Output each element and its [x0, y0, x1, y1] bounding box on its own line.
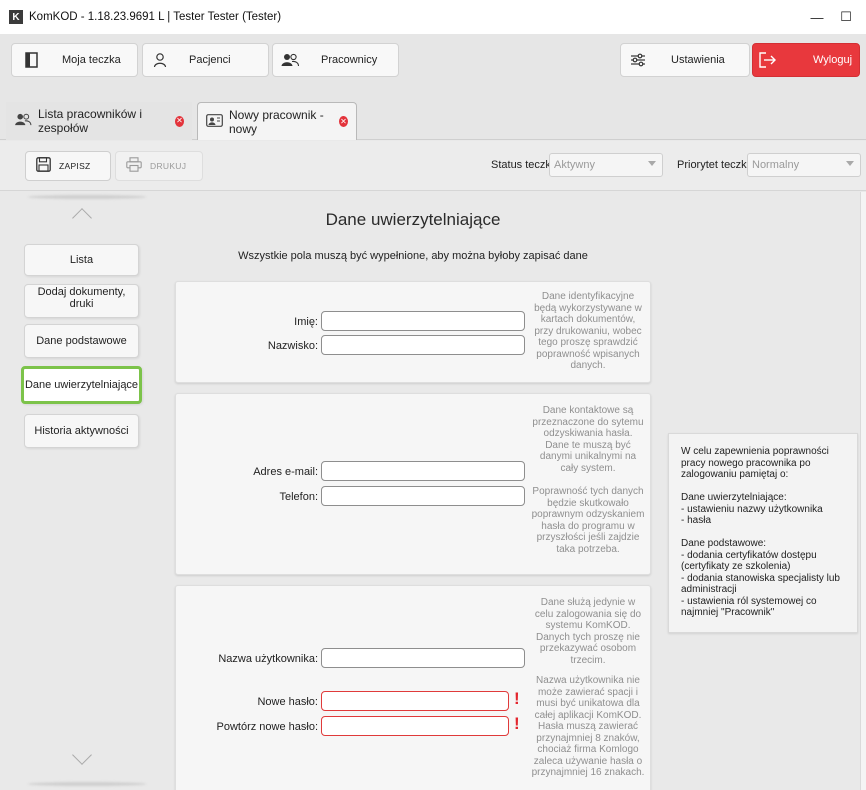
last-name-field[interactable]: [321, 335, 525, 355]
credentials-help-text: Dane służą jedynie w celu zalogowania si…: [534, 597, 642, 666]
status-value: Aktywny: [554, 159, 595, 171]
first-name-field[interactable]: [321, 311, 525, 331]
top-navigation: Moja teczka Pacjenci Pracownicy Ustawien…: [0, 34, 866, 88]
email-field[interactable]: [321, 461, 525, 481]
sidebar-item-authentication-data[interactable]: Dane uwierzytelniające: [21, 366, 142, 404]
priority-value: Normalny: [752, 159, 800, 171]
new-password-field[interactable]: [321, 691, 509, 711]
my-folder-button[interactable]: Moja teczka: [11, 43, 138, 77]
first-name-label: Imię:: [294, 316, 318, 328]
group-icon: [281, 51, 299, 69]
chevron-down-icon: [846, 161, 854, 166]
phone-field[interactable]: [321, 486, 525, 506]
sidebar-item-basic-data[interactable]: Dane podstawowe: [24, 324, 139, 358]
credentials-help-text-2: Nazwa użytkownika nie może zawierać spac…: [531, 675, 645, 778]
patients-button[interactable]: Pacjenci: [142, 43, 269, 77]
main-scrollbar[interactable]: [860, 192, 866, 790]
settings-label: Ustawienia: [671, 54, 725, 66]
settings-button[interactable]: Ustawienia: [620, 43, 750, 77]
logout-icon: [759, 51, 777, 69]
sidebar-item-activity-history[interactable]: Historia aktywności: [24, 414, 139, 448]
phone-label: Telefon:: [279, 491, 318, 503]
logout-label: Wyloguj: [813, 54, 853, 66]
logout-button[interactable]: Wyloguj: [752, 43, 860, 77]
repeat-password-error-icon: !: [514, 714, 520, 733]
staff-button[interactable]: Pracownicy: [272, 43, 399, 77]
contact-help-text: Dane kontaktowe są przeznaczone do sytem…: [532, 405, 644, 474]
repeat-password-field[interactable]: [321, 716, 509, 736]
priority-select[interactable]: Normalny: [747, 153, 861, 177]
priority-label: Priorytet teczki:: [677, 159, 753, 171]
sidebar-bottom-shadow: [28, 782, 146, 786]
group-icon: [14, 113, 32, 129]
page-subtitle: Wszystkie pola muszą być wypełnione, aby…: [238, 250, 588, 262]
page-title: Dane uwierzytelniające: [325, 210, 501, 229]
folder-icon: [22, 51, 40, 69]
window-title: KomKOD - 1.18.23.9691 L | Tester Tester …: [29, 11, 282, 23]
sidebar: [0, 192, 160, 790]
status-select[interactable]: Aktywny: [549, 153, 663, 177]
sidebar-item-list[interactable]: Lista: [24, 244, 139, 276]
close-tab-icon[interactable]: ✕: [338, 116, 348, 127]
username-field[interactable]: [321, 648, 525, 668]
save-label: ZAPISZ: [59, 161, 91, 171]
new-password-error-icon: !: [514, 689, 520, 708]
repeat-password-label: Powtórz nowe hasło:: [216, 721, 319, 733]
tab-new-employee[interactable]: Nowy pracownik - nowy ✕: [197, 102, 357, 140]
tab-staff-list[interactable]: Lista pracowników i zespołów ✕: [6, 102, 192, 140]
username-label: Nazwa użytkownika:: [218, 653, 318, 665]
print-label: DRUKUJ: [150, 161, 187, 171]
identity-help-text: Dane identyfikacyjne będą wykorzystywane…: [534, 291, 642, 371]
staff-label: Pracownicy: [321, 54, 378, 66]
tab-bar: Lista pracowników i zespołów ✕ Nowy prac…: [0, 88, 866, 140]
app-logo-icon: K: [9, 10, 23, 24]
new-password-label: Nowe hasło:: [257, 696, 318, 708]
last-name-label: Nazwisko:: [267, 340, 318, 352]
sidebar-item-add-documents[interactable]: Dodaj dokumenty, druki: [24, 284, 139, 318]
reminder-info-box: W celu zapewnienia poprawności pracy now…: [668, 433, 858, 633]
sliders-icon: [629, 51, 647, 69]
sidebar-top-shadow: [28, 195, 146, 199]
chevron-down-icon: [648, 161, 656, 166]
email-label: Adres e-mail:: [253, 466, 318, 478]
tab-new-employee-label: Nowy pracownik - nowy: [229, 107, 324, 136]
maximize-button[interactable]: ☐: [826, 0, 866, 34]
contact-help-text-2: Poprawność tych danych będzie skutkowało…: [531, 486, 645, 555]
status-label: Status teczki: [491, 159, 554, 171]
print-button[interactable]: DRUKUJ: [115, 151, 203, 181]
title-bar: K KomKOD - 1.18.23.9691 L | Tester Teste…: [0, 0, 866, 34]
patients-label: Pacjenci: [189, 54, 231, 66]
save-button[interactable]: ZAPISZ: [25, 151, 111, 181]
person-icon: [151, 51, 169, 69]
save-icon: [36, 157, 51, 175]
id-card-icon: [206, 113, 223, 130]
my-folder-label: Moja teczka: [62, 54, 121, 66]
printer-icon: [126, 157, 142, 175]
close-tab-icon[interactable]: ✕: [174, 115, 184, 127]
tab-staff-list-label: Lista pracowników i zespołów: [38, 107, 143, 135]
